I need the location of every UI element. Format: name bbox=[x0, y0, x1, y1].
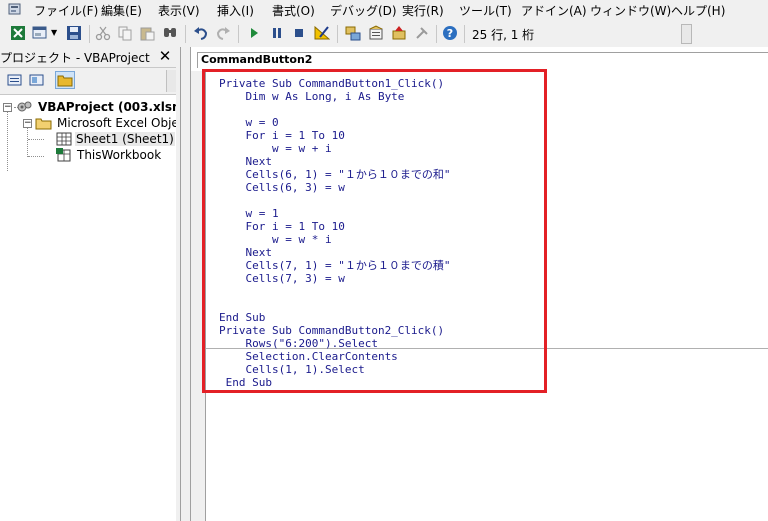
menu-window[interactable]: ウィンドウ(W) bbox=[590, 2, 671, 19]
code-margin-indicator-bar[interactable] bbox=[191, 71, 206, 521]
code-line[interactable]: Cells(6, 3) = w bbox=[219, 181, 344, 194]
code-line[interactable]: End Sub bbox=[219, 376, 272, 389]
code-line[interactable]: End Sub bbox=[219, 311, 265, 324]
close-icon[interactable]: ✕ bbox=[157, 48, 173, 64]
code-line[interactable]: w = 1 bbox=[219, 207, 278, 220]
menu-insert[interactable]: 挿入(I) bbox=[217, 2, 254, 19]
toolbox-icon[interactable] bbox=[414, 25, 430, 41]
code-line[interactable]: Rows("6:200").Select bbox=[219, 337, 377, 350]
code-line[interactable]: Dim w As Long, i As Byte bbox=[219, 90, 404, 103]
toolbar-separator bbox=[238, 25, 239, 43]
project-toolbar bbox=[0, 68, 177, 95]
object-dropdown-value: CommandButton2 bbox=[201, 53, 313, 66]
folder-icon bbox=[57, 75, 73, 87]
undo-icon[interactable] bbox=[193, 25, 209, 41]
standard-toolbar: ▼ ? 25 行, 1 桁 bbox=[0, 21, 768, 48]
menu-format[interactable]: 書式(O) bbox=[272, 2, 315, 19]
excel-view-icon[interactable] bbox=[10, 25, 26, 41]
pane-splitter[interactable] bbox=[176, 47, 190, 521]
code-line[interactable]: For i = 1 To 10 bbox=[219, 220, 344, 233]
save-icon[interactable] bbox=[66, 25, 82, 41]
cut-icon[interactable] bbox=[95, 25, 111, 41]
insert-userform-icon[interactable] bbox=[32, 25, 48, 41]
project-tree: − VBAProject (003.xlsm) − Microsoft Exce… bbox=[0, 95, 190, 521]
run-icon[interactable] bbox=[246, 25, 262, 41]
object-dropdown[interactable]: CommandButton2 bbox=[197, 52, 768, 68]
properties-icon[interactable] bbox=[368, 25, 384, 41]
svg-text:?: ? bbox=[447, 27, 453, 40]
menu-edit[interactable]: 編集(E) bbox=[101, 2, 142, 19]
break-icon[interactable] bbox=[269, 25, 285, 41]
code-line[interactable]: Cells(6, 1) = "１から１０までの和" bbox=[219, 168, 450, 181]
project-title: プロジェクト - VBAProject bbox=[0, 51, 150, 65]
paste-icon[interactable] bbox=[139, 25, 155, 41]
vbaproject-icon bbox=[17, 101, 32, 112]
code-line[interactable]: Cells(7, 1) = "１から１０までの積" bbox=[219, 259, 450, 272]
project-title-bar: プロジェクト - VBAProject ✕ bbox=[0, 47, 176, 68]
folder-label: Microsoft Excel Object bbox=[57, 116, 191, 130]
sheet1-label: Sheet1 (Sheet1) bbox=[75, 132, 175, 146]
splitter-line bbox=[180, 47, 181, 521]
chevron-down-icon[interactable]: ▼ bbox=[51, 28, 57, 37]
code-line[interactable]: Cells(7, 3) = w bbox=[219, 272, 344, 285]
cursor-position: 25 行, 1 桁 bbox=[472, 28, 535, 42]
code-line[interactable]: Private Sub CommandButton1_Click() bbox=[219, 77, 444, 90]
view-object-icon[interactable] bbox=[28, 72, 46, 88]
tree-node-folder[interactable]: − Microsoft Excel Object bbox=[0, 115, 190, 131]
menu-bar: ファイル(F) 編集(E) 表示(V) 挿入(I) 書式(O) デバッグ(D) … bbox=[0, 0, 768, 19]
code-line[interactable]: Selection.ClearContents bbox=[219, 350, 397, 363]
tree-node-sheet1[interactable]: Sheet1 (Sheet1) bbox=[0, 131, 176, 147]
project-name: VBAProject (003.xlsm) bbox=[38, 100, 191, 114]
tree-node-project[interactable]: − VBAProject (003.xlsm) bbox=[0, 99, 190, 115]
copy-icon[interactable] bbox=[117, 25, 133, 41]
help-icon[interactable]: ? bbox=[442, 25, 458, 41]
view-code-icon[interactable] bbox=[6, 72, 24, 88]
menu-tools[interactable]: ツール(T) bbox=[459, 2, 512, 19]
code-line[interactable]: Cells(1, 1).Select bbox=[219, 363, 364, 376]
vbe-app-icon[interactable] bbox=[8, 2, 22, 16]
design-mode-icon[interactable] bbox=[314, 25, 330, 41]
toolbar-separator bbox=[464, 25, 465, 43]
toolbar-separator bbox=[337, 25, 338, 43]
code-line[interactable]: Private Sub CommandButton2_Click() bbox=[219, 324, 444, 337]
code-line[interactable]: w = w * i bbox=[219, 233, 332, 246]
tree-node-thisworkbook[interactable]: ThisWorkbook bbox=[0, 147, 176, 163]
object-browser-icon[interactable] bbox=[391, 25, 407, 41]
code-line[interactable]: Next bbox=[219, 246, 272, 259]
collapse-icon[interactable]: − bbox=[23, 119, 32, 128]
worksheet-icon bbox=[56, 132, 72, 146]
menu-addins[interactable]: アドイン(A) bbox=[521, 2, 587, 19]
collapse-icon[interactable]: − bbox=[3, 103, 12, 112]
workbook-icon bbox=[56, 148, 71, 162]
code-window: CommandButton2 Private Sub CommandButton… bbox=[190, 47, 768, 521]
toggle-folders-button[interactable] bbox=[55, 71, 75, 89]
toolbar-separator bbox=[436, 25, 437, 43]
toolbar-separator bbox=[89, 25, 90, 43]
project-explorer-icon[interactable] bbox=[345, 25, 361, 41]
toolbar-overflow-button[interactable] bbox=[681, 24, 692, 44]
code-line[interactable]: w = w + i bbox=[219, 142, 332, 155]
menu-debug[interactable]: デバッグ(D) bbox=[330, 2, 397, 19]
menu-run[interactable]: 実行(R) bbox=[402, 2, 444, 19]
reset-icon[interactable] bbox=[291, 25, 307, 41]
menu-view[interactable]: 表示(V) bbox=[158, 2, 200, 19]
code-line[interactable]: For i = 1 To 10 bbox=[219, 129, 344, 142]
find-icon[interactable] bbox=[162, 25, 178, 41]
menu-help[interactable]: ヘルプ(H) bbox=[671, 2, 725, 19]
redo-icon[interactable] bbox=[215, 25, 231, 41]
code-editor[interactable]: Private Sub CommandButton1_Click() Dim w… bbox=[206, 71, 768, 521]
project-explorer: プロジェクト - VBAProject ✕ − VBAProject (003.… bbox=[0, 47, 190, 521]
thisworkbook-label: ThisWorkbook bbox=[77, 148, 162, 162]
code-line[interactable]: Next bbox=[219, 155, 272, 168]
menu-file[interactable]: ファイル(F) bbox=[34, 2, 98, 19]
folder-icon bbox=[35, 118, 52, 130]
toolbar-separator bbox=[185, 25, 186, 43]
code-line[interactable]: w = 0 bbox=[219, 116, 278, 129]
